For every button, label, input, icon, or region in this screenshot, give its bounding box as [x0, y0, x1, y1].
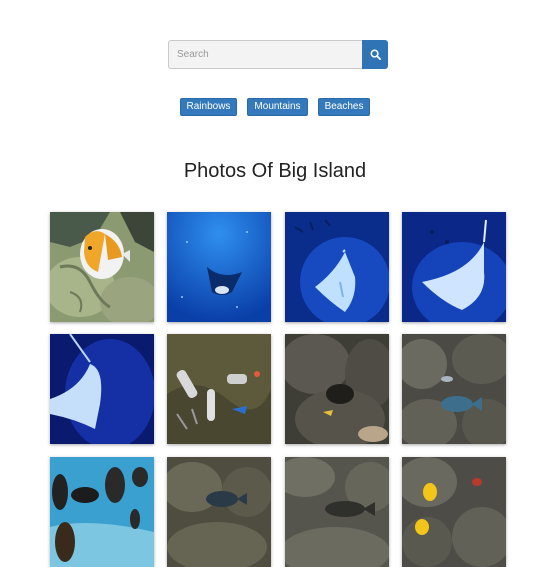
reef-photo	[285, 457, 389, 567]
photo-thumbnail[interactable]	[50, 334, 154, 444]
fish-school-photo	[50, 457, 154, 567]
photo-thumbnail[interactable]	[402, 457, 506, 567]
manta-ray-photo	[285, 212, 389, 322]
photo-thumbnail[interactable]	[285, 334, 389, 444]
tag-mountains-button[interactable]: Mountains	[247, 98, 308, 116]
tag-rainbows-button[interactable]: Rainbows	[179, 98, 238, 116]
photo-thumbnail[interactable]	[285, 457, 389, 567]
manta-ray-photo	[50, 334, 154, 444]
photo-thumbnail[interactable]	[402, 212, 506, 322]
reef-photo	[167, 457, 271, 567]
photo-thumbnail[interactable]	[167, 457, 271, 567]
butterflyfish-photo	[50, 212, 154, 322]
search-bar	[168, 40, 388, 69]
search-input[interactable]	[168, 40, 362, 69]
photo-thumbnail[interactable]	[167, 334, 271, 444]
page-title: Photos Of Big Island	[183, 160, 367, 182]
photo-thumbnail[interactable]	[285, 212, 389, 322]
photo-thumbnail[interactable]	[167, 212, 271, 322]
manta-ray-photo	[167, 212, 271, 322]
manta-ray-photo	[402, 212, 506, 322]
reef-photo	[402, 457, 506, 567]
photo-thumbnail[interactable]	[402, 334, 506, 444]
divers-photo	[167, 334, 271, 444]
search-button[interactable]	[362, 40, 388, 69]
reef-photo	[402, 334, 506, 444]
tag-filter-group: Rainbows Mountains Beaches	[0, 98, 550, 116]
reef-photo	[285, 334, 389, 444]
photo-thumbnail[interactable]	[50, 457, 154, 567]
photo-thumbnail[interactable]	[50, 212, 154, 322]
tag-beaches-button[interactable]: Beaches	[317, 98, 371, 116]
search-icon	[370, 49, 381, 60]
